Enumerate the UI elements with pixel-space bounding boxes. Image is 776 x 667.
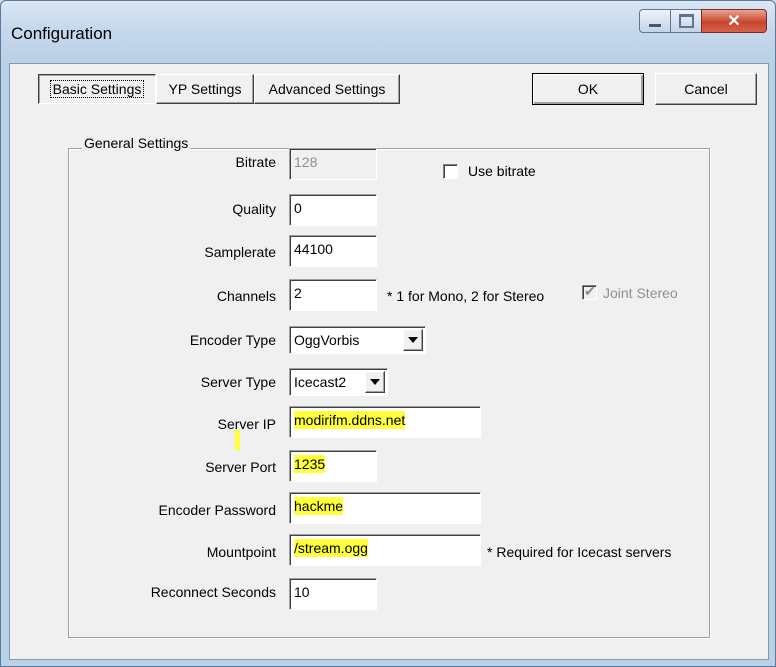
bitrate-input[interactable]: 128 — [289, 148, 377, 180]
general-settings-label: General Settings — [82, 135, 191, 151]
server-type-dropdown-button[interactable] — [365, 371, 385, 393]
mountpoint-note: * Required for Icecast servers — [487, 544, 672, 560]
reconnect-seconds-input[interactable]: 10 — [289, 578, 377, 610]
ok-button-label: OK — [577, 81, 599, 97]
encoder-type-dropdown-button[interactable] — [403, 329, 423, 351]
quality-input[interactable]: 0 — [289, 194, 377, 226]
server-port-label: Server Port — [205, 459, 276, 475]
title-bar[interactable]: Configuration ✕ — [1, 1, 775, 63]
mountpoint-value: /stream.ogg — [294, 539, 368, 557]
samplerate-input[interactable]: 44100 — [289, 235, 377, 267]
minimize-button[interactable] — [639, 9, 671, 33]
encoder-type-label: Encoder Type — [189, 332, 276, 348]
cancel-button-label: Cancel — [684, 81, 728, 97]
cancel-button[interactable]: Cancel — [655, 73, 757, 105]
tab-advanced-settings[interactable]: Advanced Settings — [254, 74, 400, 104]
tab-advanced-settings-label: Advanced Settings — [268, 81, 386, 97]
joint-stereo-checkbox[interactable]: ✔ — [582, 283, 597, 300]
server-type-select[interactable]: Icecast2 — [289, 368, 388, 396]
server-port-input[interactable]: 1235 — [289, 450, 377, 482]
window-title: Configuration — [11, 24, 113, 43]
checkmark-icon: ✔ — [584, 283, 596, 299]
bitrate-label: Bitrate — [235, 154, 276, 170]
joint-stereo-label: Joint Stereo — [603, 285, 678, 301]
chevron-down-icon — [370, 379, 380, 385]
tab-basic-settings-label: Basic Settings — [49, 80, 145, 98]
channels-note: * 1 for Mono, 2 for Stereo — [387, 288, 545, 304]
server-port-value: 1235 — [294, 455, 326, 473]
reconnect-seconds-label: Reconnect Seconds — [150, 584, 276, 600]
minimize-icon — [649, 23, 661, 27]
server-ip-input[interactable]: modirifm.ddns.net — [289, 406, 481, 438]
configuration-window: Configuration ✕ Basic Settings YP Settin… — [0, 0, 776, 667]
samplerate-label: Samplerate — [204, 244, 276, 260]
server-ip-value: modirifm.ddns.net — [294, 411, 406, 429]
use-bitrate-checkbox[interactable] — [443, 164, 458, 179]
maximize-icon — [678, 14, 694, 28]
channels-label: Channels — [216, 288, 276, 304]
tab-yp-settings[interactable]: YP Settings — [156, 74, 254, 104]
server-ip-label: Server IP — [217, 416, 276, 432]
encoder-password-value: hackme — [294, 497, 344, 515]
close-button[interactable]: ✕ — [701, 9, 767, 33]
maximize-button[interactable] — [670, 9, 702, 33]
server-type-value: Icecast2 — [294, 374, 347, 390]
mountpoint-input[interactable]: /stream.ogg — [289, 534, 481, 566]
chevron-down-icon — [408, 337, 418, 343]
dialog-client-area: Basic Settings YP Settings Advanced Sett… — [9, 63, 769, 660]
close-icon: ✕ — [727, 13, 741, 30]
tab-yp-settings-label: YP Settings — [168, 81, 242, 97]
tab-basic-settings[interactable]: Basic Settings — [38, 74, 156, 104]
encoder-password-input[interactable]: hackme — [289, 492, 481, 524]
mountpoint-label: Mountpoint — [206, 544, 276, 560]
server-type-label: Server Type — [200, 374, 276, 390]
highlight-marker — [235, 430, 240, 450]
use-bitrate-label: Use bitrate — [468, 163, 536, 179]
channels-input[interactable]: 2 — [289, 279, 377, 311]
encoder-password-label: Encoder Password — [158, 502, 276, 518]
encoder-type-value: OggVorbis — [294, 332, 360, 348]
encoder-type-select[interactable]: OggVorbis — [289, 326, 426, 354]
quality-label: Quality — [232, 201, 276, 217]
ok-button[interactable]: OK — [532, 73, 644, 105]
